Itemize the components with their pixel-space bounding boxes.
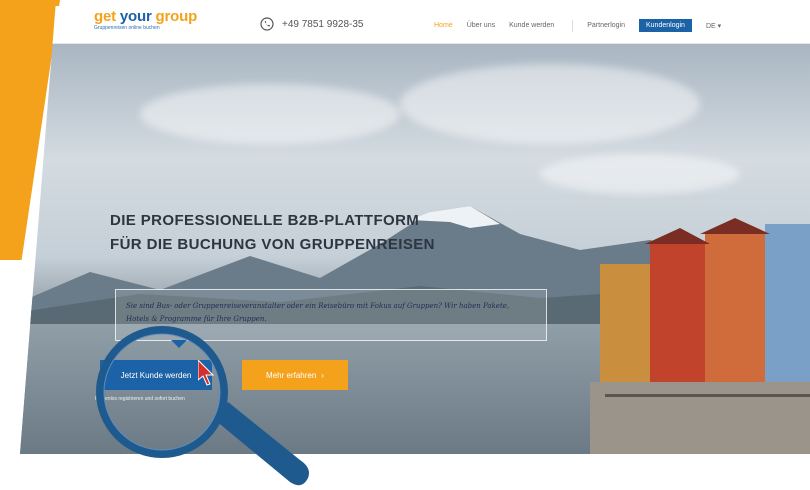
phone-number: +49 7851 9928-35: [282, 18, 364, 30]
customer-login-button[interactable]: Kundenlogin: [639, 19, 692, 32]
description-text: Sie sind Bus- oder Gruppenreiseveranstal…: [126, 302, 510, 323]
logo-text: get your group: [94, 8, 198, 25]
top-navigation-bar: get your group Gruppenreisen online buch…: [20, 6, 810, 44]
lakeside-town: [590, 218, 810, 454]
phone-contact[interactable]: +49 7851 9928-35: [260, 17, 363, 31]
nav-link-home[interactable]: Home: [434, 22, 453, 29]
learn-more-button[interactable]: Mehr erfahren ›: [242, 360, 348, 390]
headline-line-1: DIE PROFESSIONELLE B2B-PLATTFORM: [110, 212, 420, 229]
nav-link-about[interactable]: Über uns: [467, 22, 495, 29]
cloud-shape: [540, 154, 740, 194]
learn-more-label: Mehr erfahren: [266, 370, 317, 380]
registration-note: Kostenlos registrieren und sofort buchen: [95, 396, 185, 402]
main-menu: Home Über uns Kunde werden Partnerlogin …: [434, 19, 721, 32]
language-selector[interactable]: DE ▾: [706, 22, 721, 30]
partner-login-link[interactable]: Partnerlogin: [587, 22, 625, 29]
site-logo[interactable]: get your group Gruppenreisen online buch…: [94, 9, 197, 32]
become-customer-button[interactable]: Jetzt Kunde werden: [100, 360, 212, 390]
logo-tagline: Gruppenreisen online buchen: [94, 25, 160, 31]
hero-section: DIE PROFESSIONELLE B2B-PLATTFORM FÜR DIE…: [20, 44, 810, 454]
description-pointer: [171, 340, 187, 348]
cloud-shape: [140, 84, 400, 144]
browser-screenshot: get your group Gruppenreisen online buch…: [20, 6, 810, 454]
chevron-right-icon: ›: [321, 370, 324, 380]
nav-link-become-customer[interactable]: Kunde werden: [509, 22, 554, 29]
headline-line-2: FÜR DIE BUCHUNG VON GRUPPENREISEN: [110, 236, 435, 253]
mouse-cursor-icon: [198, 360, 215, 386]
cloud-shape: [400, 64, 700, 144]
nav-divider: [572, 19, 574, 32]
description-box: Sie sind Bus- oder Gruppenreiseveranstal…: [115, 289, 547, 348]
phone-icon: [260, 17, 274, 31]
hero-headline: DIE PROFESSIONELLE B2B-PLATTFORM FÜR DIE…: [110, 209, 435, 257]
